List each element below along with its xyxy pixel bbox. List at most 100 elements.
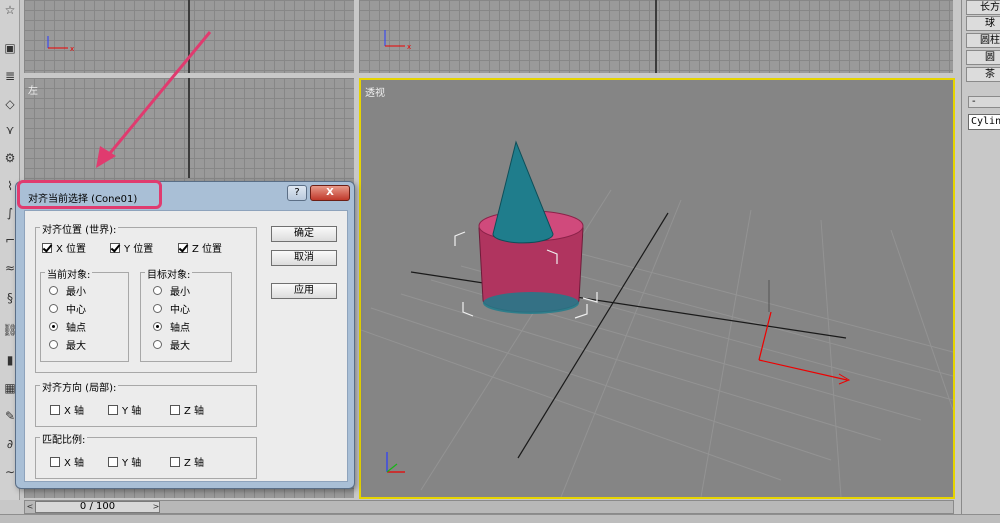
status-bar [0, 514, 1000, 523]
orient-x-checkbox[interactable]: X 轴 [50, 402, 84, 417]
checkbox-box[interactable] [170, 456, 180, 467]
scale-z-label: Z 轴 [184, 458, 205, 469]
checkbox-box[interactable] [178, 242, 188, 253]
checkbox-box[interactable] [170, 404, 180, 415]
orient-z-checkbox[interactable]: Z 轴 [170, 402, 204, 417]
viewport-label-left[interactable]: 左 [28, 82, 38, 97]
radio-label: 轴点 [66, 323, 86, 334]
name-rollout-toggle[interactable]: - [968, 96, 1000, 108]
sphere-button[interactable]: 球 [966, 16, 1000, 31]
radio-dot[interactable] [153, 322, 162, 331]
orient-x-label: X 轴 [64, 406, 85, 417]
x-position-checkbox[interactable]: X 位置 [42, 240, 86, 255]
world-axis-x [410, 271, 847, 339]
x-position-label: X 位置 [56, 244, 87, 255]
radio-label: 中心 [66, 305, 86, 316]
radio-dot[interactable] [49, 286, 58, 295]
target-min-radio[interactable]: 最小 [153, 283, 190, 298]
match-scale-group: 匹配比例: X 轴 Y 轴 Z 轴 [35, 431, 257, 479]
align-orientation-label: 对齐方向 (局部): [40, 379, 119, 394]
align-position-label: 对齐位置 (世界): [40, 221, 119, 236]
grid-axis-vertical [188, 78, 190, 178]
current-max-radio[interactable]: 最大 [49, 337, 86, 352]
grid-axis-vertical [188, 0, 190, 73]
target-object-group: 目标对象: 最小 中心 轴点 最大 [140, 266, 232, 362]
grid-axis-vertical [655, 0, 657, 73]
target-object-label: 目标对象: [145, 266, 193, 281]
match-scale-label: 匹配比例: [40, 431, 88, 446]
radio-label: 最大 [170, 341, 190, 352]
checkbox-box[interactable] [42, 242, 52, 253]
orient-y-checkbox[interactable]: Y 轴 [108, 402, 141, 417]
cylinder-button[interactable]: 圆柱 [966, 33, 1000, 48]
gear-icon[interactable]: ⚙ [2, 150, 18, 166]
orient-y-label: Y 轴 [122, 406, 142, 417]
apply-button[interactable]: 应用 [271, 283, 337, 299]
z-position-label: Z 位置 [192, 244, 223, 255]
align-orientation-group: 对齐方向 (局部): X 轴 Y 轴 Z 轴 [35, 379, 257, 427]
scale-y-label: Y 轴 [122, 458, 142, 469]
front-viewport[interactable]: x [359, 0, 953, 73]
perspective-scene [361, 140, 953, 497]
slider-prev-icon[interactable]: < [25, 501, 35, 513]
box-button[interactable]: 长方 [966, 0, 1000, 15]
axis-gizmo-icon: x [47, 36, 74, 53]
radio-label: 最小 [66, 287, 86, 298]
align-position-group: 对齐位置 (世界): X 位置 Y 位置 Z 位置 当前对象: 最小 中心 轴点… [35, 221, 257, 373]
star-icon[interactable]: ☆ [2, 2, 18, 18]
radio-dot[interactable] [153, 286, 162, 295]
radio-label: 最小 [170, 287, 190, 298]
object-name-field[interactable]: Cylin [968, 114, 1000, 130]
title-annotation-highlight [17, 180, 162, 209]
time-slider[interactable]: < 0 / 100 > [24, 500, 954, 514]
help-button[interactable]: ? [287, 185, 307, 201]
checkbox-box[interactable] [50, 404, 60, 415]
z-position-checkbox[interactable]: Z 位置 [178, 240, 222, 255]
current-center-radio[interactable]: 中心 [49, 301, 86, 316]
checkbox-box[interactable] [108, 404, 118, 415]
checkbox-box[interactable] [108, 456, 118, 467]
close-button[interactable]: X [310, 185, 350, 201]
radio-label: 最大 [66, 341, 86, 352]
shape-icon[interactable]: ◇ [2, 96, 18, 112]
radio-dot[interactable] [49, 340, 58, 349]
max-workspace: ☆ ▣ ≣ ◇ ⋎ ⚙ ⌇ ∫ ⌐ ≈ § ⛓ ▮ ▦ ✎ ∂ ∼ x x 左 … [0, 0, 1000, 523]
top-viewport[interactable]: x [24, 0, 354, 73]
target-max-radio[interactable]: 最大 [153, 337, 190, 352]
ok-button[interactable]: 确定 [271, 226, 337, 242]
scale-z-checkbox[interactable]: Z 轴 [170, 454, 204, 469]
radio-dot[interactable] [49, 304, 58, 313]
dialog-body: 对齐位置 (世界): X 位置 Y 位置 Z 位置 当前对象: 最小 中心 轴点… [24, 210, 348, 482]
command-panel: 长方 球 圆柱 圆 茶 - Cylin [961, 0, 1000, 523]
orient-z-label: Z 轴 [184, 406, 205, 417]
funnel-icon[interactable]: ⋎ [2, 122, 18, 138]
scale-x-checkbox[interactable]: X 轴 [50, 454, 84, 469]
radio-dot[interactable] [49, 322, 58, 331]
circle-button[interactable]: 圆 [966, 50, 1000, 65]
slider-next-icon[interactable]: > [151, 501, 161, 513]
radio-label: 中心 [170, 305, 190, 316]
teapot-button[interactable]: 茶 [966, 67, 1000, 82]
radio-dot[interactable] [153, 304, 162, 313]
target-center-radio[interactable]: 中心 [153, 301, 190, 316]
svg-text:x: x [70, 45, 74, 53]
stack-icon[interactable]: ≣ [2, 68, 18, 84]
target-pivot-radio[interactable]: 轴点 [153, 319, 190, 334]
cancel-button[interactable]: 取消 [271, 250, 337, 266]
align-selection-dialog: 对齐当前选择 (Cone01) ? X 对齐位置 (世界): X 位置 Y 位置… [15, 181, 355, 489]
time-slider-thumb[interactable]: 0 / 100 [35, 501, 160, 513]
window-icon[interactable]: ▣ [2, 40, 18, 56]
cone-object[interactable] [492, 140, 554, 244]
current-object-group: 当前对象: 最小 中心 轴点 最大 [40, 266, 129, 362]
radio-dot[interactable] [153, 340, 162, 349]
scale-x-label: X 轴 [64, 458, 85, 469]
current-min-radio[interactable]: 最小 [49, 283, 86, 298]
perspective-viewport[interactable]: 透视 [359, 78, 955, 499]
perspective-grid [361, 189, 953, 497]
scale-y-checkbox[interactable]: Y 轴 [108, 454, 141, 469]
current-pivot-radio[interactable]: 轴点 [49, 319, 86, 334]
checkbox-box[interactable] [50, 456, 60, 467]
axis-gizmo-icon: x [384, 30, 411, 51]
checkbox-box[interactable] [110, 242, 120, 253]
y-position-checkbox[interactable]: Y 位置 [110, 240, 153, 255]
